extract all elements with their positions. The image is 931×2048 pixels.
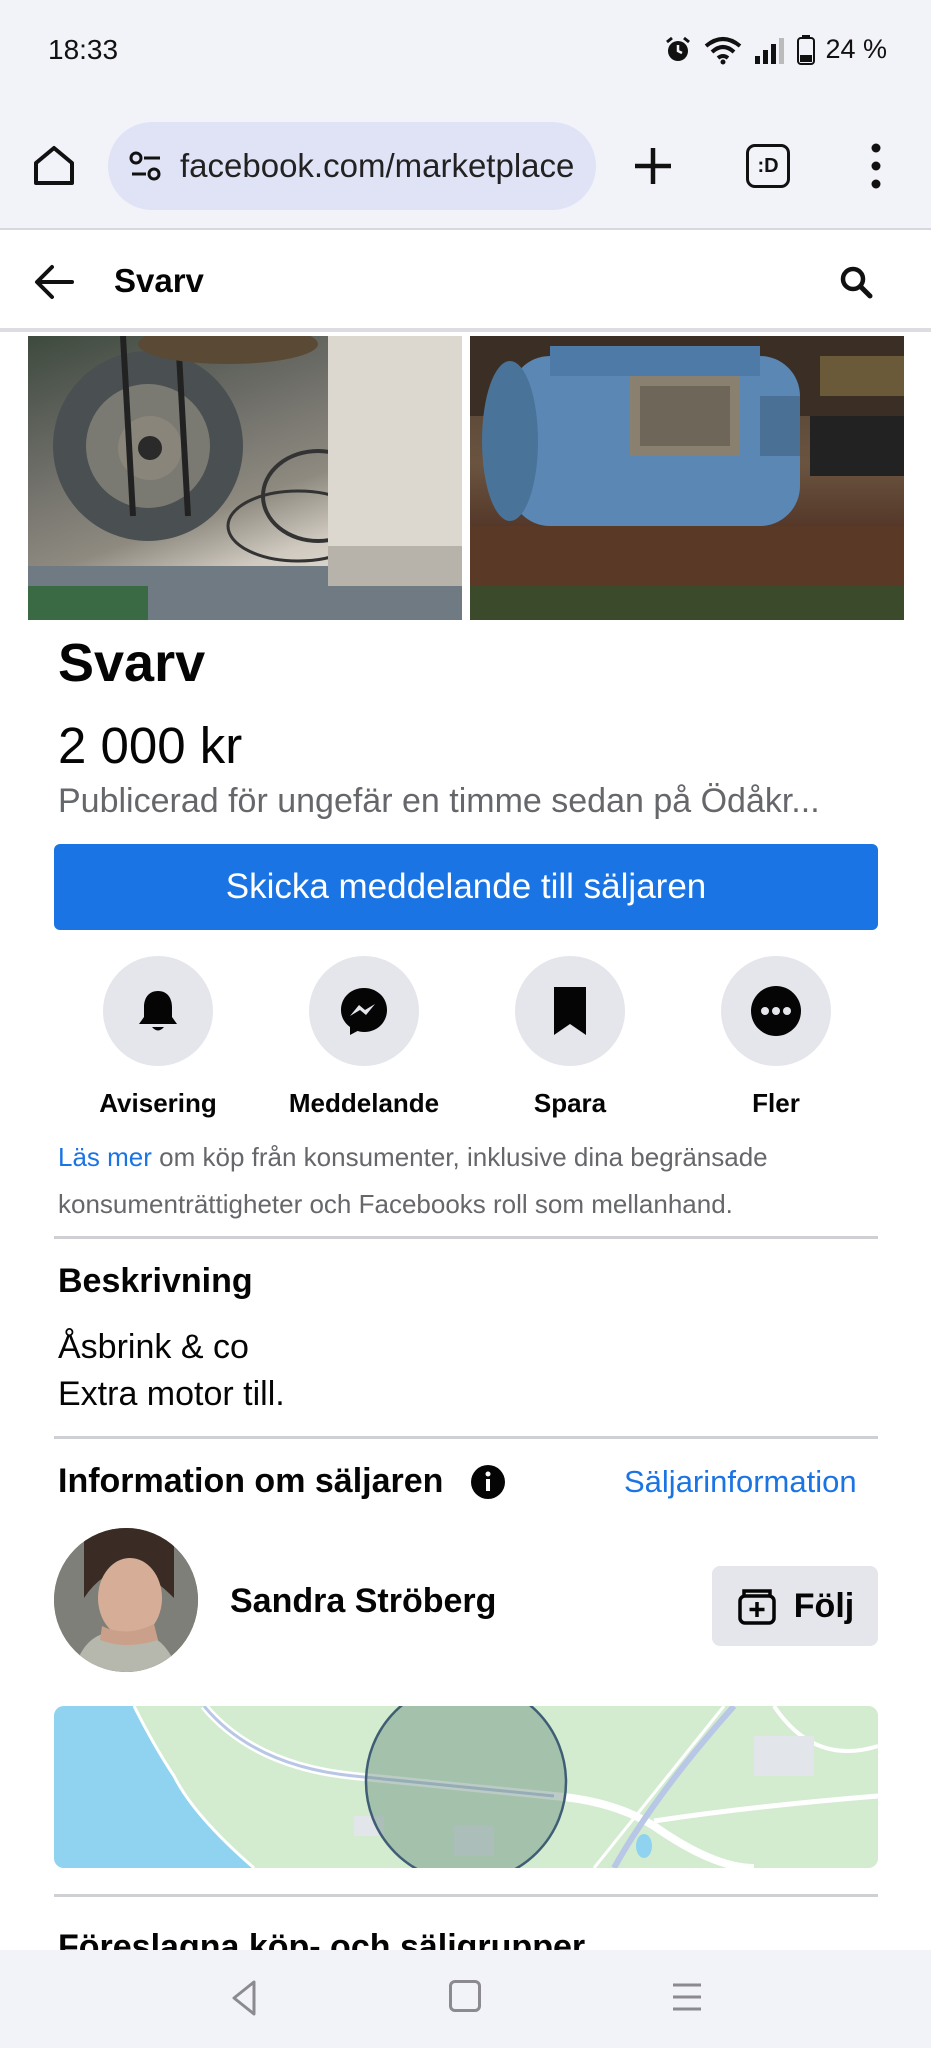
signal-icon	[755, 37, 785, 64]
notify-label: Avisering	[99, 1088, 217, 1118]
seller-info-heading: Information om säljaren	[58, 1462, 444, 1500]
listing-price: 2 000 kr	[58, 717, 243, 774]
listing-actions: Avisering Meddelande Spara Fler	[0, 956, 931, 1119]
description-line: Extra motor till.	[58, 1375, 285, 1413]
search-icon[interactable]	[836, 262, 876, 302]
wifi-icon	[705, 36, 742, 64]
info-icon[interactable]	[470, 1464, 506, 1500]
map-illustration	[54, 1706, 878, 1868]
url-text: facebook.com/marketplace	[180, 147, 575, 184]
tab-switcher-button[interactable]: :D	[746, 144, 790, 188]
save-circle[interactable]	[515, 956, 625, 1066]
listing-title: Svarv	[58, 633, 206, 693]
send-message-button[interactable]: Skicka meddelande till säljaren	[54, 844, 878, 930]
alarm-icon	[666, 36, 691, 61]
nav-back-icon[interactable]	[228, 1978, 262, 2018]
read-more-link[interactable]: Läs mer	[58, 1142, 152, 1172]
seller-name[interactable]: Sandra Ströberg	[230, 1582, 496, 1621]
divider	[54, 1894, 878, 1897]
lathe-photo-illustration	[28, 336, 462, 620]
more-label: Fler	[752, 1088, 800, 1118]
send-message-label: Skicka meddelande till säljaren	[225, 867, 707, 906]
messenger-button[interactable]: Meddelande	[261, 956, 467, 1119]
avatar-illustration	[54, 1528, 198, 1672]
status-bar: 18:33 24 %	[0, 0, 931, 100]
status-icons: 24 %	[663, 34, 887, 65]
save-label: Spara	[533, 1088, 607, 1118]
tab-switcher-label: :D	[757, 154, 779, 177]
avatar[interactable]	[54, 1528, 198, 1672]
back-arrow-icon[interactable]	[30, 258, 78, 306]
bell-icon	[139, 991, 177, 1031]
notify-circle[interactable]	[103, 956, 213, 1066]
motor-photo-illustration	[470, 336, 904, 620]
bookmark-icon	[554, 987, 586, 1035]
more-button[interactable]: Fler	[673, 956, 879, 1119]
listing-photo-1[interactable]	[28, 336, 462, 620]
description-heading: Beskrivning	[58, 1262, 253, 1300]
description-text: Åsbrink & co Extra motor till.	[58, 1324, 285, 1418]
messenger-icon	[341, 988, 387, 1035]
browser-toolbar: facebook.com/marketplace :D	[0, 100, 931, 230]
nav-recents-icon[interactable]	[670, 1980, 704, 2014]
follow-button[interactable]: Följ	[712, 1566, 878, 1646]
address-bar[interactable]: facebook.com/marketplace	[108, 122, 596, 210]
divider	[54, 1236, 878, 1239]
notify-button[interactable]: Avisering	[55, 956, 261, 1119]
nav-home-icon[interactable]	[449, 1980, 481, 2012]
marketplace-header: Svarv	[0, 232, 931, 332]
more-circle[interactable]	[721, 956, 831, 1066]
consumer-rights-notice: Läs mer om köp från konsumenter, inklusi…	[58, 1134, 858, 1228]
description-line: Åsbrink & co	[58, 1328, 249, 1366]
battery-icon	[797, 34, 816, 65]
header-title: Svarv	[114, 262, 204, 299]
more-icon	[751, 986, 801, 1036]
listing-posted[interactable]: Publicerad för ungefär en timme sedan på…	[58, 782, 820, 821]
site-settings-icon[interactable]	[126, 146, 166, 186]
location-map[interactable]	[54, 1706, 878, 1868]
seller-details-link[interactable]: Säljarinformation	[624, 1464, 857, 1500]
divider	[54, 1436, 878, 1439]
follow-label: Följ	[793, 1586, 855, 1625]
more-vert-icon[interactable]	[864, 140, 888, 192]
system-nav-bar	[0, 1950, 931, 2048]
messenger-circle[interactable]	[309, 956, 419, 1066]
save-button[interactable]: Spara	[467, 956, 673, 1119]
consumer-rights-text: om köp från konsumenter, inklusive dina …	[58, 1142, 768, 1219]
follow-icon	[738, 1589, 776, 1625]
home-icon[interactable]	[30, 141, 78, 189]
new-tab-icon[interactable]	[630, 143, 676, 189]
messenger-label: Meddelande	[288, 1088, 440, 1118]
status-time: 18:33	[48, 34, 119, 65]
listing-photo-2[interactable]	[470, 336, 904, 620]
battery-percent: 24 %	[825, 34, 887, 64]
